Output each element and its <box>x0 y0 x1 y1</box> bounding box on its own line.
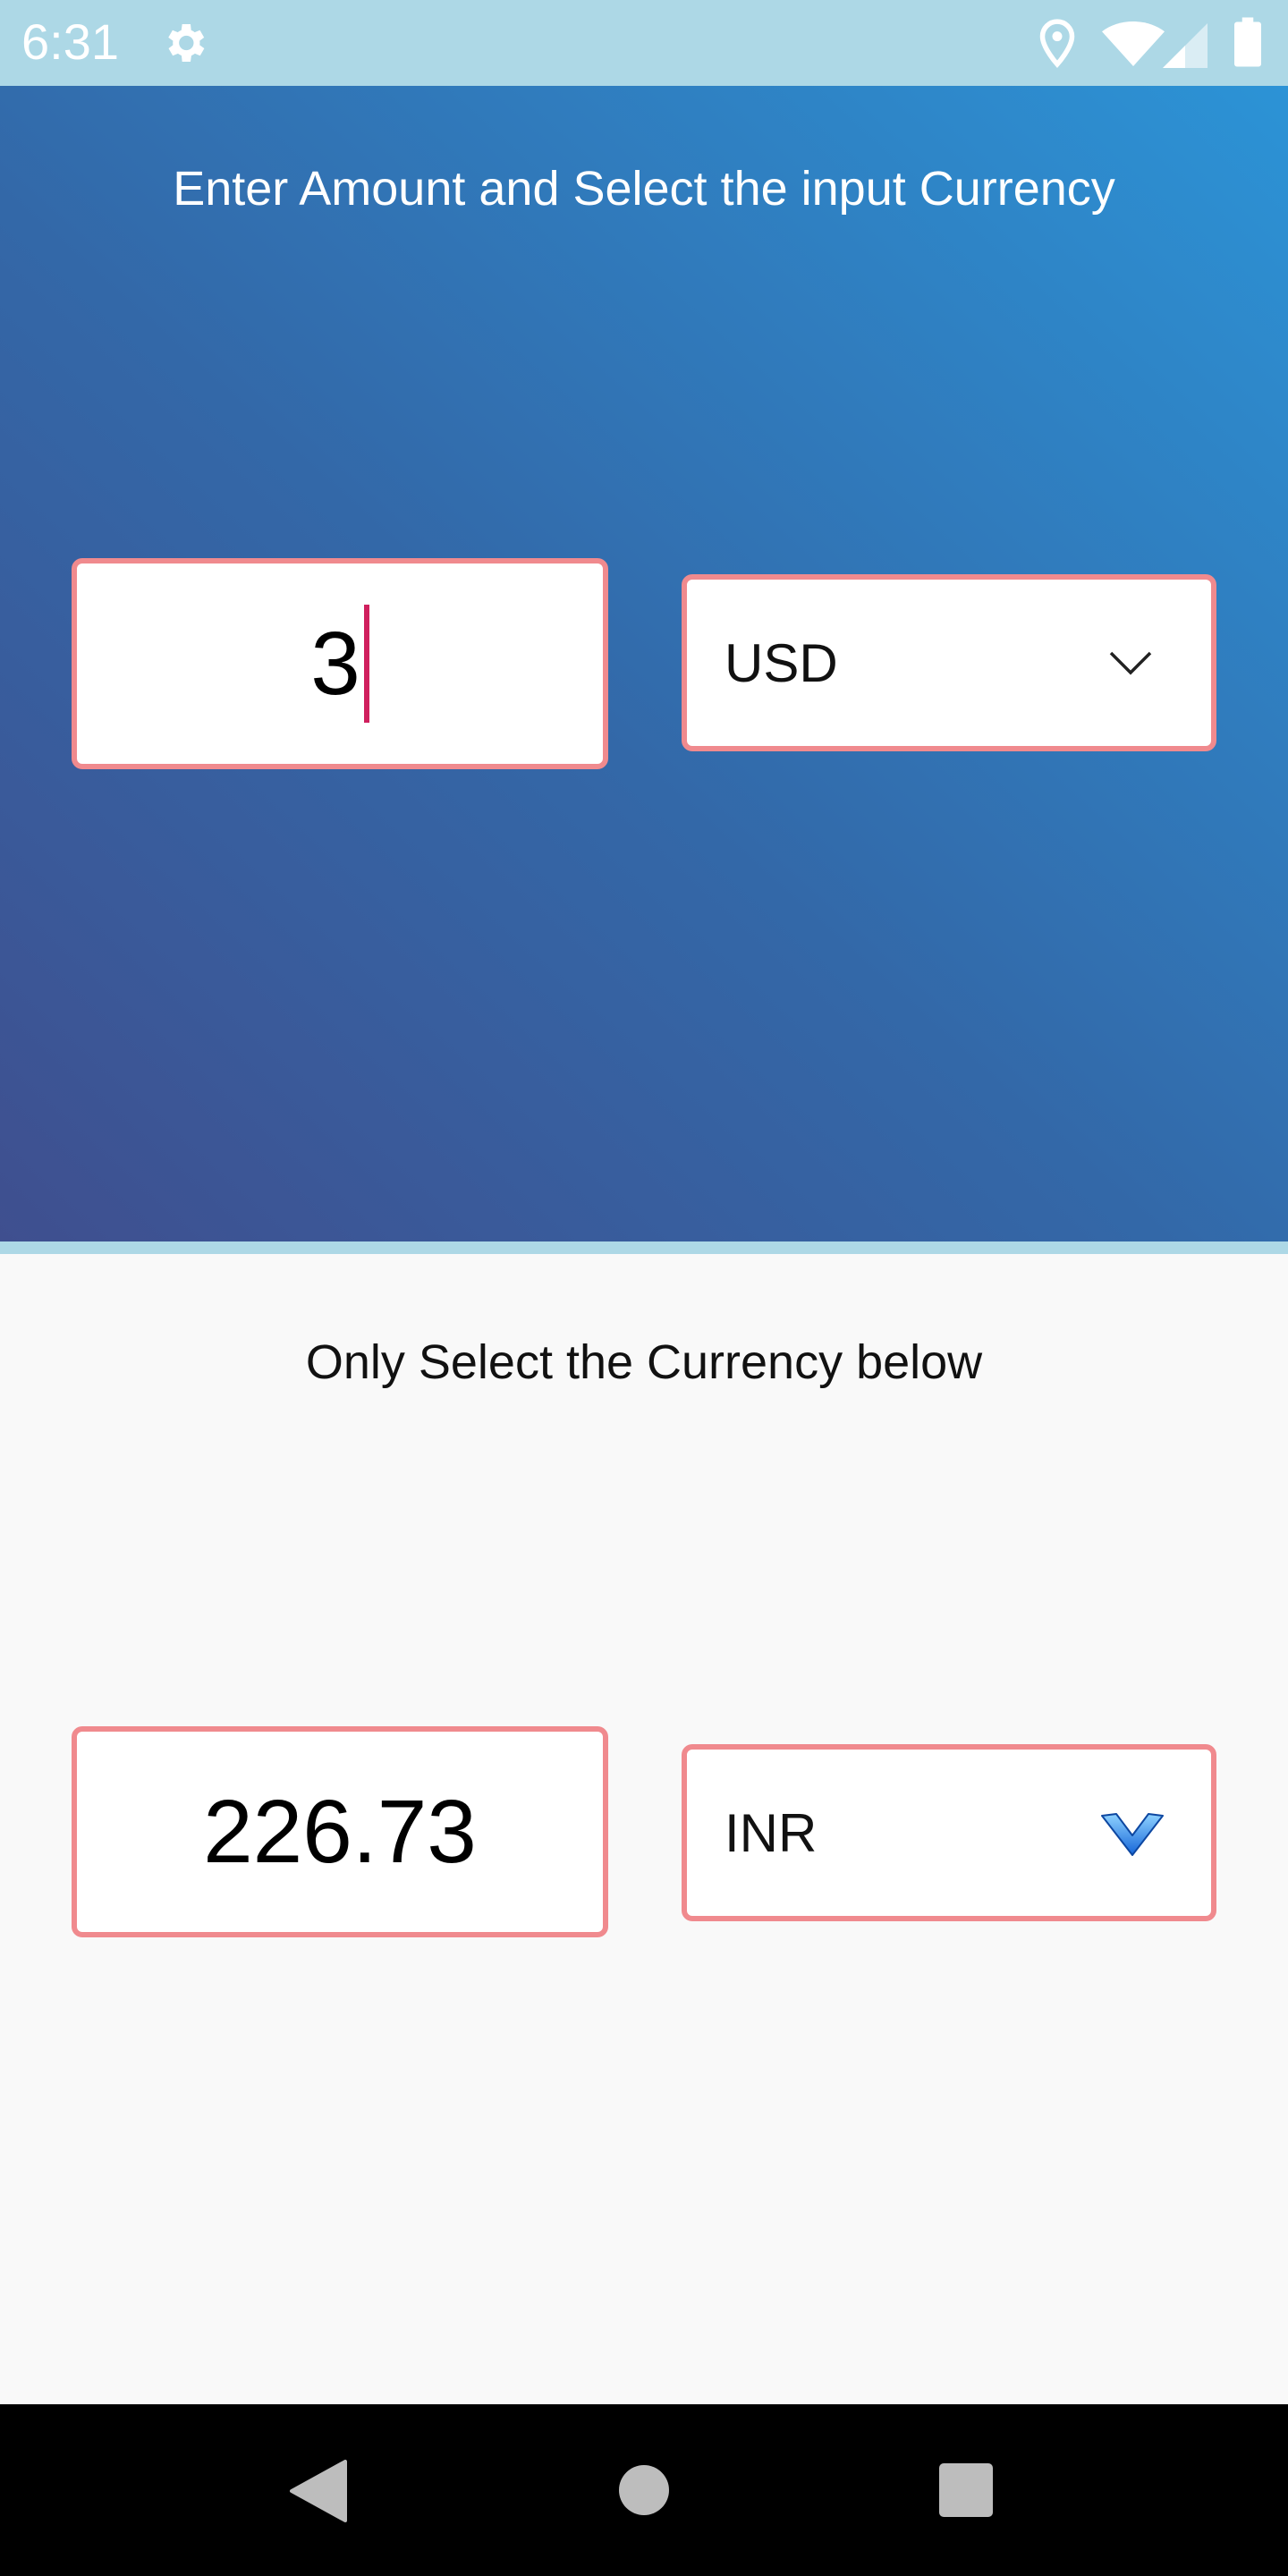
system-nav-bar <box>0 2404 1288 2576</box>
input-currency-dropdown[interactable]: USD <box>682 574 1216 751</box>
section-divider <box>0 1241 1288 1254</box>
text-caret <box>363 605 369 723</box>
converted-amount-value: 226.73 <box>203 1781 477 1882</box>
amount-input[interactable]: 3 <box>72 558 608 769</box>
wifi-icon <box>1102 21 1165 66</box>
input-section-title: Enter Amount and Select the input Curren… <box>173 162 1115 216</box>
input-section: Enter Amount and Select the input Curren… <box>0 86 1288 1241</box>
location-icon <box>1039 19 1075 68</box>
output-currency-label: INR <box>724 1802 818 1863</box>
gear-icon <box>168 24 205 62</box>
battery-icon <box>1234 17 1261 67</box>
converter-screen: 6:31 Enter Amount and Select the input C… <box>0 0 1288 2576</box>
amount-value: 3 <box>310 613 360 714</box>
recents-icon[interactable] <box>937 2462 995 2519</box>
chevron-down-icon <box>1101 1813 1164 1856</box>
output-currency-dropdown[interactable]: INR <box>682 1744 1216 1921</box>
input-currency-label: USD <box>724 632 838 693</box>
back-icon[interactable] <box>288 2460 347 2522</box>
status-bar: 6:31 <box>0 0 1288 86</box>
chevron-down-icon <box>1109 651 1152 675</box>
converted-amount-field: 226.73 <box>72 1726 608 1937</box>
home-icon[interactable] <box>617 2463 671 2517</box>
signal-icon <box>1163 23 1208 68</box>
output-section-title: Only Select the Currency below <box>305 1335 983 1389</box>
status-time: 6:31 <box>21 13 119 70</box>
